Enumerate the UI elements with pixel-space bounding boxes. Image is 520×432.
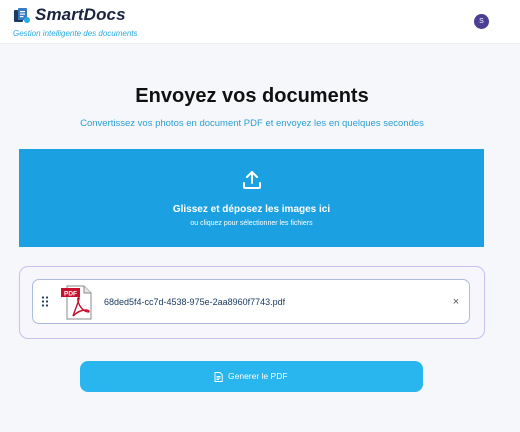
brand-name: SmartDocs: [35, 5, 126, 24]
pdf-file-icon: PDF: [61, 285, 92, 320]
logo-icon: [14, 8, 30, 23]
document-icon: [214, 372, 223, 382]
upload-dropzone[interactable]: [19, 149, 484, 247]
page-subtitle: Convertissez vos photos en document PDF …: [80, 118, 424, 129]
dropzone-title: Glissez et déposez les images ici: [172, 204, 331, 215]
brand-tagline: Gestion intelligente des documents: [13, 29, 138, 38]
remove-file-button[interactable]: ×: [450, 295, 462, 309]
generate-pdf-label: Generer le PDF: [228, 371, 288, 381]
file-name: 68ded5f4-cc7d-4538-975e-2aa8960f7743.pdf: [104, 297, 286, 307]
dropzone-subtitle: ou cliquez pour sélectionner les fichier…: [190, 220, 313, 227]
avatar[interactable]: S: [474, 14, 489, 29]
app-header: SmartDocs Gestion intelligente des docum…: [0, 0, 520, 44]
svg-text:PDF: PDF: [64, 290, 77, 297]
drag-handle-icon[interactable]: [41, 296, 49, 307]
generate-pdf-button[interactable]: Generer le PDF: [80, 361, 423, 392]
upload-icon: [243, 171, 261, 189]
page-title: Envoyez vos documents: [135, 85, 369, 107]
